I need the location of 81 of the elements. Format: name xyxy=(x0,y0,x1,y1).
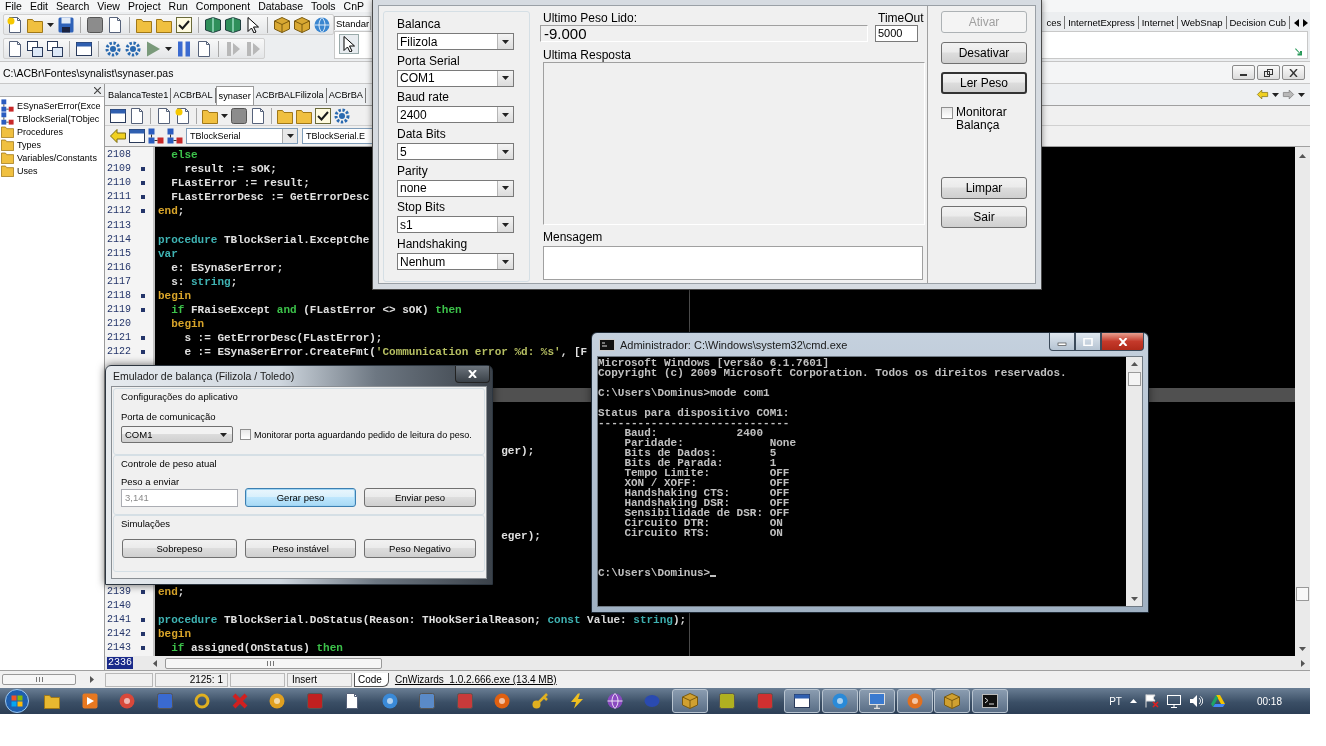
status-message: CnWizards_1.0.2.666.exe (13.4 MB) xyxy=(394,674,557,685)
field-label: Balanca xyxy=(397,17,441,31)
code-line: FLastError := result; xyxy=(171,176,310,190)
code-line: begin xyxy=(158,627,191,641)
console-line: Bits de Dados: 5 xyxy=(623,448,777,458)
weight-display: -9.000 xyxy=(540,25,868,42)
cursor-position: 2125: 1 xyxy=(155,672,228,687)
field-label: Data Bits xyxy=(397,127,446,142)
line-number: 2110 xyxy=(107,176,132,191)
code-line: var xyxy=(158,246,178,260)
line-number: 2143 xyxy=(107,641,132,656)
code-line: if assigned(OnStatus) then xyxy=(171,641,343,655)
window-title: Emulador de balança (Filizola / Toledo) xyxy=(113,370,295,382)
field-label: TimeOut xyxy=(878,11,924,25)
line-number: 2139 xyxy=(107,584,132,599)
window-title: Administrador: C:\Windows\system32\cmd.exe xyxy=(620,339,848,351)
field-label: Porta de comunicação xyxy=(121,411,216,423)
line-number: 2113 xyxy=(107,218,132,233)
console-line: ----------------------------- xyxy=(598,418,790,428)
line-number: 2119 xyxy=(107,303,132,318)
section-title: Simulações xyxy=(121,518,171,530)
console-line: Handshaking CTS: OFF xyxy=(623,488,790,498)
console-line: Circuito RTS: ON xyxy=(623,528,783,538)
console-line: C:\Users\Dominus>mode com1 xyxy=(598,388,770,398)
line-number: 2118 xyxy=(107,289,132,303)
code-line: eger); xyxy=(501,528,541,542)
code-line: e := ESynaSerError.CreateFmt('Communication error %d: %s', [F xyxy=(184,345,588,359)
code-line: ger); xyxy=(501,443,535,457)
line-number: 2108 xyxy=(107,148,132,163)
line-number: 2140 xyxy=(107,599,132,614)
section-title: Configurações do aplicativo xyxy=(121,391,238,403)
edit-mode: Insert xyxy=(287,672,352,687)
line-number: 2116 xyxy=(107,260,132,275)
line-number: 2117 xyxy=(107,274,132,289)
code-line: begin xyxy=(171,317,205,331)
code-line: procedure TBlockSerial.DoStatus(Reason: THookSerialReason; const Value: string); xyxy=(158,613,687,627)
code-line: if FRaiseExcept and (FLastError <> sOK) then xyxy=(171,303,462,317)
file-path: C:\ACBr\Fontes\synalist\synaser.pas xyxy=(3,66,174,79)
line-number: 2111 xyxy=(107,190,132,205)
section-title: Controle de peso atual xyxy=(121,458,217,470)
console-line: XON / XOFF: OFF xyxy=(623,478,790,488)
line-number: 2142 xyxy=(107,627,132,642)
console-line: Sensibilidade de DSR: OFF xyxy=(623,508,790,518)
code-line: procedure TBlockSerial.ExceptChe xyxy=(158,232,370,246)
field-label: Peso a enviar xyxy=(121,476,180,488)
field-label: Parity xyxy=(397,163,428,178)
field-label: Handshaking xyxy=(397,237,468,252)
line-number: 2109 xyxy=(107,162,132,177)
console-line: Baud: 2400 xyxy=(623,428,764,438)
line-number: 2115 xyxy=(107,246,132,261)
console-line: Circuito DTR: ON xyxy=(623,518,783,528)
console-line: Tempo Limite: OFF xyxy=(623,468,790,478)
line-number: 2122 xyxy=(107,345,132,360)
line-number: 2121 xyxy=(107,331,132,346)
code-line: s: string; xyxy=(171,274,238,288)
code-line: s := GetErrorDesc(FLastError); xyxy=(184,331,383,345)
field-label: Mensagem xyxy=(543,230,603,244)
console-line: Status para dispositivo COM1: xyxy=(598,408,790,418)
field-label: Baud rate xyxy=(397,90,450,105)
code-line: e: ESynaSerError; xyxy=(171,260,284,274)
line-number: 2120 xyxy=(107,317,132,332)
field-label: Porta Serial xyxy=(397,53,460,68)
code-line: begin xyxy=(158,288,191,302)
field-label: Ultima Resposta xyxy=(543,48,632,62)
line-number: 2114 xyxy=(107,232,132,247)
code-line: end; xyxy=(158,204,185,218)
code-line: else xyxy=(171,148,198,161)
console-line: Microsoft Windows [versão 6.1.7601] xyxy=(598,358,830,368)
console-line: Paridade: None xyxy=(623,438,797,448)
line-number: 2141 xyxy=(107,613,132,628)
field-label: Stop Bits xyxy=(397,200,446,215)
line-count: 2336 xyxy=(107,657,133,669)
code-line: result := sOK; xyxy=(184,162,277,176)
line-number: 2112 xyxy=(107,204,132,219)
code-line: end; xyxy=(158,584,185,598)
console-line: Handshaking DSR: OFF xyxy=(623,498,790,508)
console-line: Copyright (c) 2009 Microsoft Corporation. Todos os direitos reservados. xyxy=(598,368,1067,378)
code-line: FLastErrorDesc := GetErrorDesc xyxy=(171,190,370,204)
console-line: Bits de Parada: 1 xyxy=(623,458,777,468)
console-prompt: C:\Users\Dominus> xyxy=(598,568,711,578)
field-label: Ultimo Peso Lido: xyxy=(543,11,638,25)
